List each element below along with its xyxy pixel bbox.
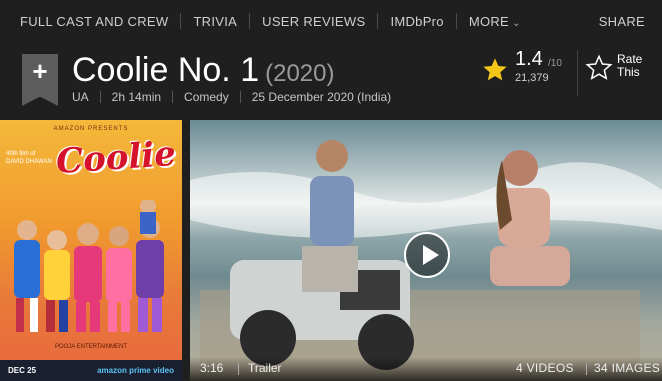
poster-release-date: DEC 25 — [8, 366, 37, 375]
poster-presents: AMAZON PRESENTS — [53, 126, 129, 132]
top-navigation: FULL CAST AND CREW TRIVIA USER REVIEWS I… — [0, 0, 662, 42]
rating-divider — [577, 50, 578, 96]
poster-footer: DEC 25 amazon prime video — [0, 360, 182, 381]
poster-director: 40th film of DAVID DHAWAN — [6, 151, 52, 165]
rate-this-label: Rate This — [617, 52, 643, 79]
rate-this-button[interactable]: Rate This — [584, 50, 660, 90]
certificate: UA — [72, 90, 89, 104]
plus-icon: + — [32, 56, 48, 86]
title-block: + Coolie No. 1 (2020) UA 2h 14min Comedy … — [0, 42, 662, 118]
rating-count[interactable]: 21,379 — [515, 72, 549, 84]
images-link[interactable]: 34 IMAGES — [594, 361, 660, 375]
rating-value: 1.4 — [515, 48, 543, 70]
release-date-link[interactable]: 25 December 2020 (India) — [252, 90, 391, 104]
videos-link[interactable]: 4 VIDEOS — [516, 361, 574, 375]
nav-more[interactable]: MORE ⌄ — [457, 14, 533, 29]
rating-max: /10 — [548, 58, 562, 69]
poster-cast-illustration — [14, 200, 164, 332]
page-title: Coolie No. 1 (2020) — [72, 48, 334, 96]
movie-poster[interactable]: AMAZON PRESENTS 40th film of DAVID DHAWA… — [0, 120, 182, 381]
video-duration: 3:16 — [200, 361, 224, 375]
play-icon[interactable] — [404, 232, 450, 278]
nav-imdbpro[interactable]: IMDbPro — [378, 14, 455, 29]
nav-full-cast[interactable]: FULL CAST AND CREW — [0, 14, 180, 29]
movie-year-link[interactable]: (2020) — [265, 60, 334, 87]
nav-more-label: MORE — [468, 13, 510, 29]
nav-user-reviews[interactable]: USER REVIEWS — [250, 14, 377, 29]
runtime: 2h 14min — [111, 90, 162, 104]
poster-logo: Coolie — [54, 133, 178, 183]
trailer-video[interactable]: 3:16 Trailer 4 VIDEOS 34 IMAGES — [190, 120, 662, 381]
genre-link[interactable]: Comedy — [184, 90, 229, 104]
star-icon — [483, 58, 507, 81]
chevron-down-icon: ⌄ — [512, 17, 521, 29]
prime-video-logo: amazon prime video — [97, 366, 174, 375]
imdb-rating: 1.4 /10 21,379 — [480, 48, 576, 90]
share-button[interactable]: SHARE — [587, 14, 662, 29]
star-outline-icon — [585, 54, 613, 80]
add-to-watchlist-button[interactable]: + — [22, 54, 58, 106]
poster-tagline: POOJA ENTERTAINMENT — [54, 344, 128, 350]
nav-trivia[interactable]: TRIVIA — [181, 14, 249, 29]
title-meta: UA 2h 14min Comedy 25 December 2020 (Ind… — [72, 90, 391, 104]
video-type: Trailer — [248, 361, 282, 375]
movie-name: Coolie No. 1 — [72, 51, 260, 89]
